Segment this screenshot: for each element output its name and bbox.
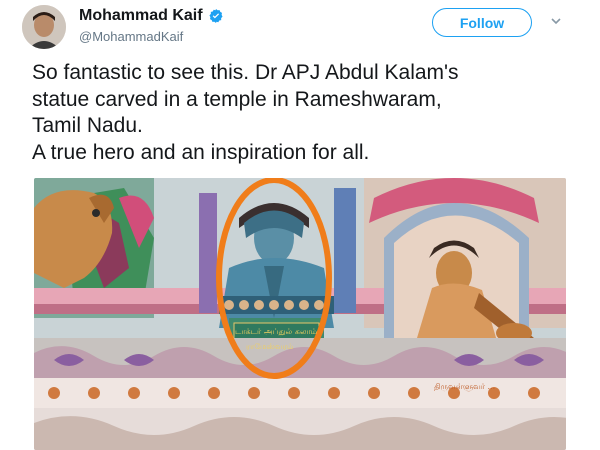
plaque-text-line: ராமேஸ்வரம்: [246, 342, 294, 351]
author-name[interactable]: Mohammad Kaif: [79, 7, 203, 25]
tweet-photo[interactable]: டாக்டர் அப்துல் கலாம் ராமேஸ்வரம் திருவள்…: [34, 178, 566, 450]
follow-button[interactable]: Follow: [432, 8, 532, 37]
side-label: திருவள்ளுவர் ...: [434, 382, 496, 391]
temple-statue-image: [34, 178, 566, 450]
tweet-card: Mohammad Kaif @MohammadKaif Follow So fa…: [0, 0, 600, 450]
tweet-text-line: Tamil Nadu.: [32, 114, 143, 137]
verified-badge-icon: [209, 9, 223, 23]
author-name-row: Mohammad Kaif: [79, 7, 224, 25]
tweet-text-line: A true hero and an inspiration for all.: [32, 140, 370, 164]
tweet-text-line: So fantastic to see this. Dr APJ Abdul K…: [32, 61, 459, 84]
avatar[interactable]: [22, 5, 66, 49]
author-handle[interactable]: @MohammadKaif: [79, 29, 183, 44]
tweet-text-line: statue carved in a temple in Rameshwaram…: [32, 87, 442, 111]
plaque-text-line: டாக்டர் அப்துல் கலாம்: [235, 327, 318, 336]
chevron-down-icon[interactable]: [549, 14, 563, 28]
tweet-text: So fantastic to see this. Dr APJ Abdul K…: [32, 60, 572, 166]
